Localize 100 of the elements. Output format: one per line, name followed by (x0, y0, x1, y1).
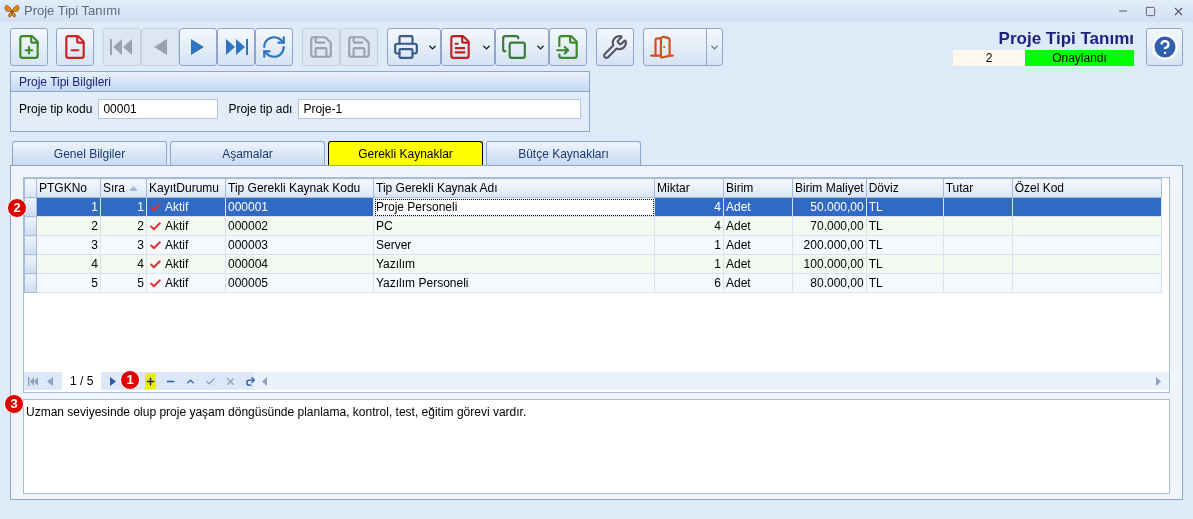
table-cell: 70.000,00 (792, 216, 867, 236)
toolbar-button[interactable] (255, 28, 293, 66)
table-cell (943, 216, 1013, 236)
redo-icon (245, 375, 257, 387)
table-cell: Server (373, 235, 655, 255)
table-cell: Adet (723, 216, 793, 236)
check-icon (149, 200, 162, 214)
table-cell: 1 (654, 254, 724, 274)
column-header[interactable]: KayıtDurumu (146, 178, 226, 198)
navigator-button[interactable] (145, 373, 157, 389)
toolbar-button[interactable] (387, 28, 441, 66)
table-cell: 000003 (225, 235, 374, 255)
check-icon (205, 375, 217, 387)
table-cell: Yazılım Personeli (373, 273, 655, 293)
add-icon (145, 375, 157, 387)
table-cell: 4 (36, 254, 101, 274)
table-cell: 4 (100, 254, 147, 274)
table-cell: Yazılım (373, 254, 655, 274)
table-cell: TL (866, 216, 944, 236)
table-cell: 2 (36, 216, 101, 236)
column-header[interactable]: PTGKNo (36, 178, 101, 198)
first-record-icon (109, 37, 135, 57)
table-cell (943, 254, 1013, 274)
column-header[interactable]: Sıra (100, 178, 147, 198)
table-cell (943, 235, 1013, 255)
table-cell: Adet (723, 197, 793, 217)
table-cell: 3 (36, 235, 101, 255)
toolbar-button[interactable] (495, 28, 549, 66)
text-field[interactable]: 00001 (98, 99, 219, 119)
maximize-icon[interactable] (1145, 5, 1156, 17)
horizontal-scrollbar[interactable] (254, 372, 1169, 390)
previous-icon (47, 376, 53, 386)
text-field[interactable]: Proje-1 (298, 99, 581, 119)
table-cell: 50.000,00 (792, 197, 867, 217)
toolbar-button[interactable] (179, 28, 217, 66)
toolbar-button[interactable] (596, 28, 634, 66)
column-header[interactable]: Özel Kod (1012, 178, 1162, 198)
table-cell: 1 (36, 197, 101, 217)
table-cell: 200.000,00 (792, 235, 867, 255)
help-icon (1150, 33, 1179, 61)
form-title: Proje Tipi Tanımı (998, 28, 1134, 50)
table-cell: Aktif (146, 273, 226, 293)
toolbar-button[interactable] (56, 28, 94, 66)
printer-icon (393, 34, 419, 60)
tab[interactable]: Aşamalar (170, 141, 325, 165)
tab[interactable]: Gerekli Kaynaklar (328, 141, 483, 165)
record-number: 2 (953, 50, 1025, 66)
save-icon (308, 34, 334, 60)
table-cell: Aktif (146, 254, 226, 274)
table-cell: 4 (654, 197, 724, 217)
table-cell: 4 (654, 216, 724, 236)
column-header[interactable]: Tip Gerekli Kaynak Adı (373, 178, 655, 198)
scroll-left-icon (262, 376, 267, 386)
toolbar-button[interactable] (549, 28, 587, 66)
column-header[interactable]: Tutar (943, 178, 1013, 198)
cancel-icon (225, 375, 237, 387)
column-header[interactable]: Döviz (866, 178, 944, 198)
field-label: Proje tip adı (228, 101, 293, 118)
table-cell: 5 (36, 273, 101, 293)
table-cell: 1 (654, 235, 724, 255)
table-cell: 1 (100, 197, 147, 217)
butterfly-icon (4, 4, 20, 18)
tab[interactable]: Genel Bilgiler (12, 141, 167, 165)
tab[interactable]: Bütçe Kaynakları (486, 141, 641, 165)
next-icon (110, 376, 117, 386)
toolbar-button[interactable] (10, 28, 48, 66)
table-cell: 000002 (225, 216, 374, 236)
callout-badge: 3 (4, 394, 24, 414)
window-title: Proje Tipi Tanımı (24, 2, 121, 21)
table-cell: 000001 (225, 197, 374, 217)
table-cell: 100.000,00 (792, 254, 867, 274)
toolbar-button[interactable] (217, 28, 255, 66)
table-cell (943, 273, 1013, 293)
description-text: Uzman seviyesinde olup proje yaşam döngüsünde planlama, kontrol, test, eğitim görevi vardır. (25, 404, 528, 421)
exit-door-icon (649, 34, 675, 60)
table-cell: Aktif (146, 197, 226, 217)
pdf-file-icon (447, 34, 473, 60)
table-cell: Aktif (146, 235, 226, 255)
record-position: 1 / 5 (62, 372, 102, 390)
table-cell: TL (866, 273, 944, 293)
copy-document-icon (501, 34, 527, 60)
table-cell: 000004 (225, 254, 374, 274)
refresh-icon (261, 34, 287, 60)
toolbar-button[interactable] (441, 28, 495, 66)
callout-badge: 2 (7, 198, 27, 218)
table-cell: Adet (723, 254, 793, 274)
table-cell: 3 (100, 235, 147, 255)
table-cell: 6 (654, 273, 724, 293)
group-title: Proje Tipi Bilgileri (19, 73, 112, 91)
first-icon (28, 376, 38, 386)
column-header[interactable]: Birim (723, 178, 793, 198)
table-cell (943, 197, 1013, 217)
column-header[interactable]: Tip Gerekli Kaynak Kodu (225, 178, 374, 198)
toolbar-button[interactable] (643, 28, 723, 66)
help-button[interactable] (1146, 28, 1183, 66)
last-record-icon (223, 37, 249, 57)
column-header[interactable]: Miktar (654, 178, 724, 198)
check-icon (149, 219, 162, 233)
check-icon (149, 238, 162, 252)
column-header[interactable]: Birim Maliyet (792, 178, 867, 198)
